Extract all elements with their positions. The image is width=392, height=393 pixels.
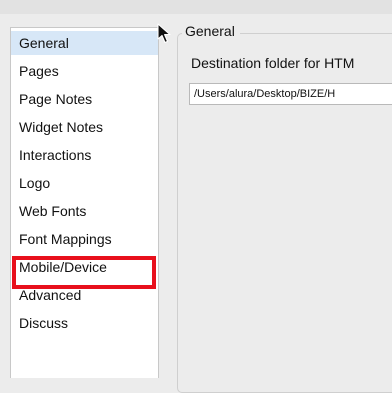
sidebar-item-web-fonts[interactable]: Web Fonts: [11, 199, 158, 223]
settings-category-list[interactable]: General Pages Page Notes Widget Notes In…: [10, 27, 159, 378]
sidebar-item-pages[interactable]: Pages: [11, 59, 158, 83]
sidebar-item-page-notes[interactable]: Page Notes: [11, 87, 158, 111]
general-group-title: General: [182, 22, 240, 40]
window-top-strip: [0, 0, 392, 14]
sidebar-item-interactions[interactable]: Interactions: [11, 143, 158, 167]
sidebar-item-discuss[interactable]: Discuss: [11, 311, 158, 335]
destination-folder-label: Destination folder for HTM: [191, 55, 355, 71]
highlight-box: [12, 256, 156, 289]
destination-folder-input[interactable]: [189, 83, 392, 105]
mouse-pointer-icon: [157, 23, 171, 44]
sidebar-item-widget-notes[interactable]: Widget Notes: [11, 115, 158, 139]
sidebar-item-general[interactable]: General: [11, 31, 158, 55]
sidebar-item-font-mappings[interactable]: Font Mappings: [11, 227, 158, 251]
sidebar-item-logo[interactable]: Logo: [11, 171, 158, 195]
